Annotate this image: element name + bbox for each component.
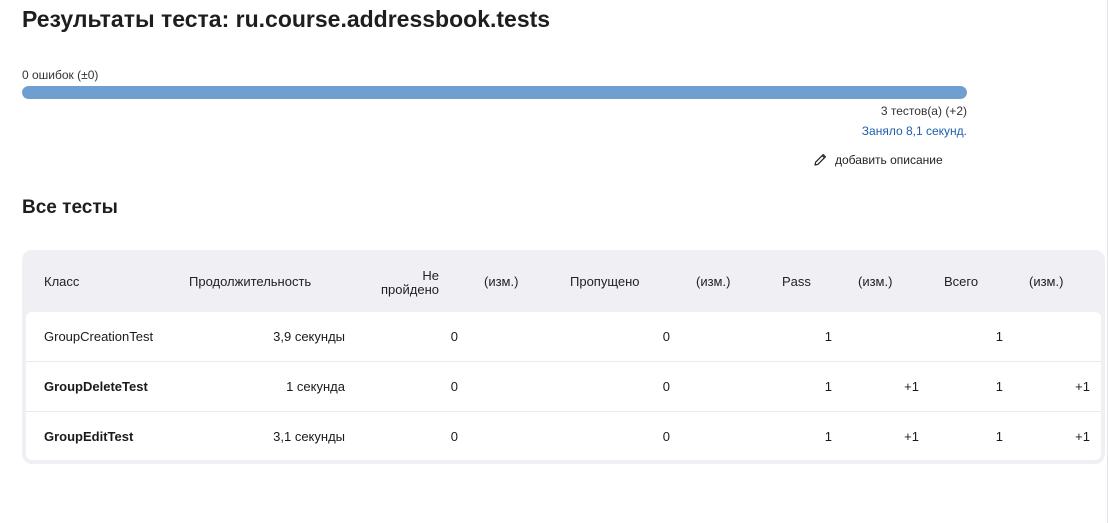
- duration-link[interactable]: Заняло 8,1 секунд.: [862, 124, 967, 138]
- header-pass[interactable]: Pass: [782, 275, 811, 289]
- failed-cell: 0: [450, 329, 458, 344]
- duration-cell: 3,9 секунды: [273, 329, 345, 344]
- duration-cell: 3,1 секунды: [273, 429, 345, 444]
- skipped-cell: 0: [662, 379, 670, 394]
- header-failed[interactable]: Не пройдено: [352, 269, 439, 297]
- section-title: Все тесты: [22, 197, 118, 218]
- tests-count: 3 тестов(а) (+2): [880, 104, 967, 118]
- header-pass-diff[interactable]: (изм.): [858, 275, 892, 289]
- header-failed-line1: Не: [422, 268, 439, 283]
- header-skipped-diff[interactable]: (изм.): [696, 275, 730, 289]
- fail-count: 0 ошибок (±0): [22, 68, 99, 82]
- tests-table: Класс Продолжительность Не пройдено (изм…: [22, 250, 1105, 464]
- header-failed-line2: пройдено: [381, 282, 439, 297]
- class-link[interactable]: GroupEditTest: [44, 430, 133, 444]
- table-row: GroupCreationTest 3,9 секунды 0 0 1 1: [26, 312, 1101, 362]
- skipped-cell: 0: [662, 429, 670, 444]
- progress-bar: [22, 86, 967, 99]
- table-row: GroupDeleteTest 1 секунда 0 0 1 +1 1 +1: [26, 362, 1101, 412]
- header-class[interactable]: Класс: [44, 275, 79, 289]
- total-cell: 1: [995, 429, 1003, 444]
- pass-cell: 1: [824, 379, 832, 394]
- progress-bar-fill: [22, 86, 967, 99]
- add-description-label: добавить описание: [835, 153, 943, 167]
- header-failed-diff[interactable]: (изм.): [484, 275, 518, 289]
- total-cell: 1: [995, 329, 1003, 344]
- pass-cell: 1: [824, 429, 832, 444]
- add-description-button[interactable]: добавить описание: [812, 152, 943, 168]
- header-skipped[interactable]: Пропущено: [570, 275, 640, 289]
- total-diff-cell: +1: [1075, 379, 1090, 394]
- failed-cell: 0: [450, 379, 458, 394]
- header-duration[interactable]: Продолжительность: [189, 275, 311, 289]
- duration-cell: 1 секунда: [286, 379, 345, 394]
- pass-diff-cell: +1: [904, 379, 919, 394]
- header-total-diff[interactable]: (изм.): [1029, 275, 1063, 289]
- table-header: Класс Продолжительность Не пройдено (изм…: [22, 250, 1105, 312]
- skipped-cell: 0: [662, 329, 670, 344]
- page-title: Результаты теста: ru.course.addressbook.…: [22, 6, 551, 32]
- table-row: GroupEditTest 3,1 секунды 0 0 1 +1 1 +1: [26, 412, 1101, 460]
- table-body: GroupCreationTest 3,9 секунды 0 0 1 1 Gr…: [26, 312, 1101, 460]
- class-link[interactable]: GroupCreationTest: [44, 330, 153, 344]
- pass-cell: 1: [824, 329, 832, 344]
- pass-diff-cell: +1: [904, 429, 919, 444]
- total-diff-cell: +1: [1075, 429, 1090, 444]
- total-cell: 1: [995, 379, 1003, 394]
- class-link[interactable]: GroupDeleteTest: [44, 380, 148, 394]
- pencil-icon: [814, 154, 826, 166]
- header-total[interactable]: Всего: [944, 275, 978, 289]
- failed-cell: 0: [450, 429, 458, 444]
